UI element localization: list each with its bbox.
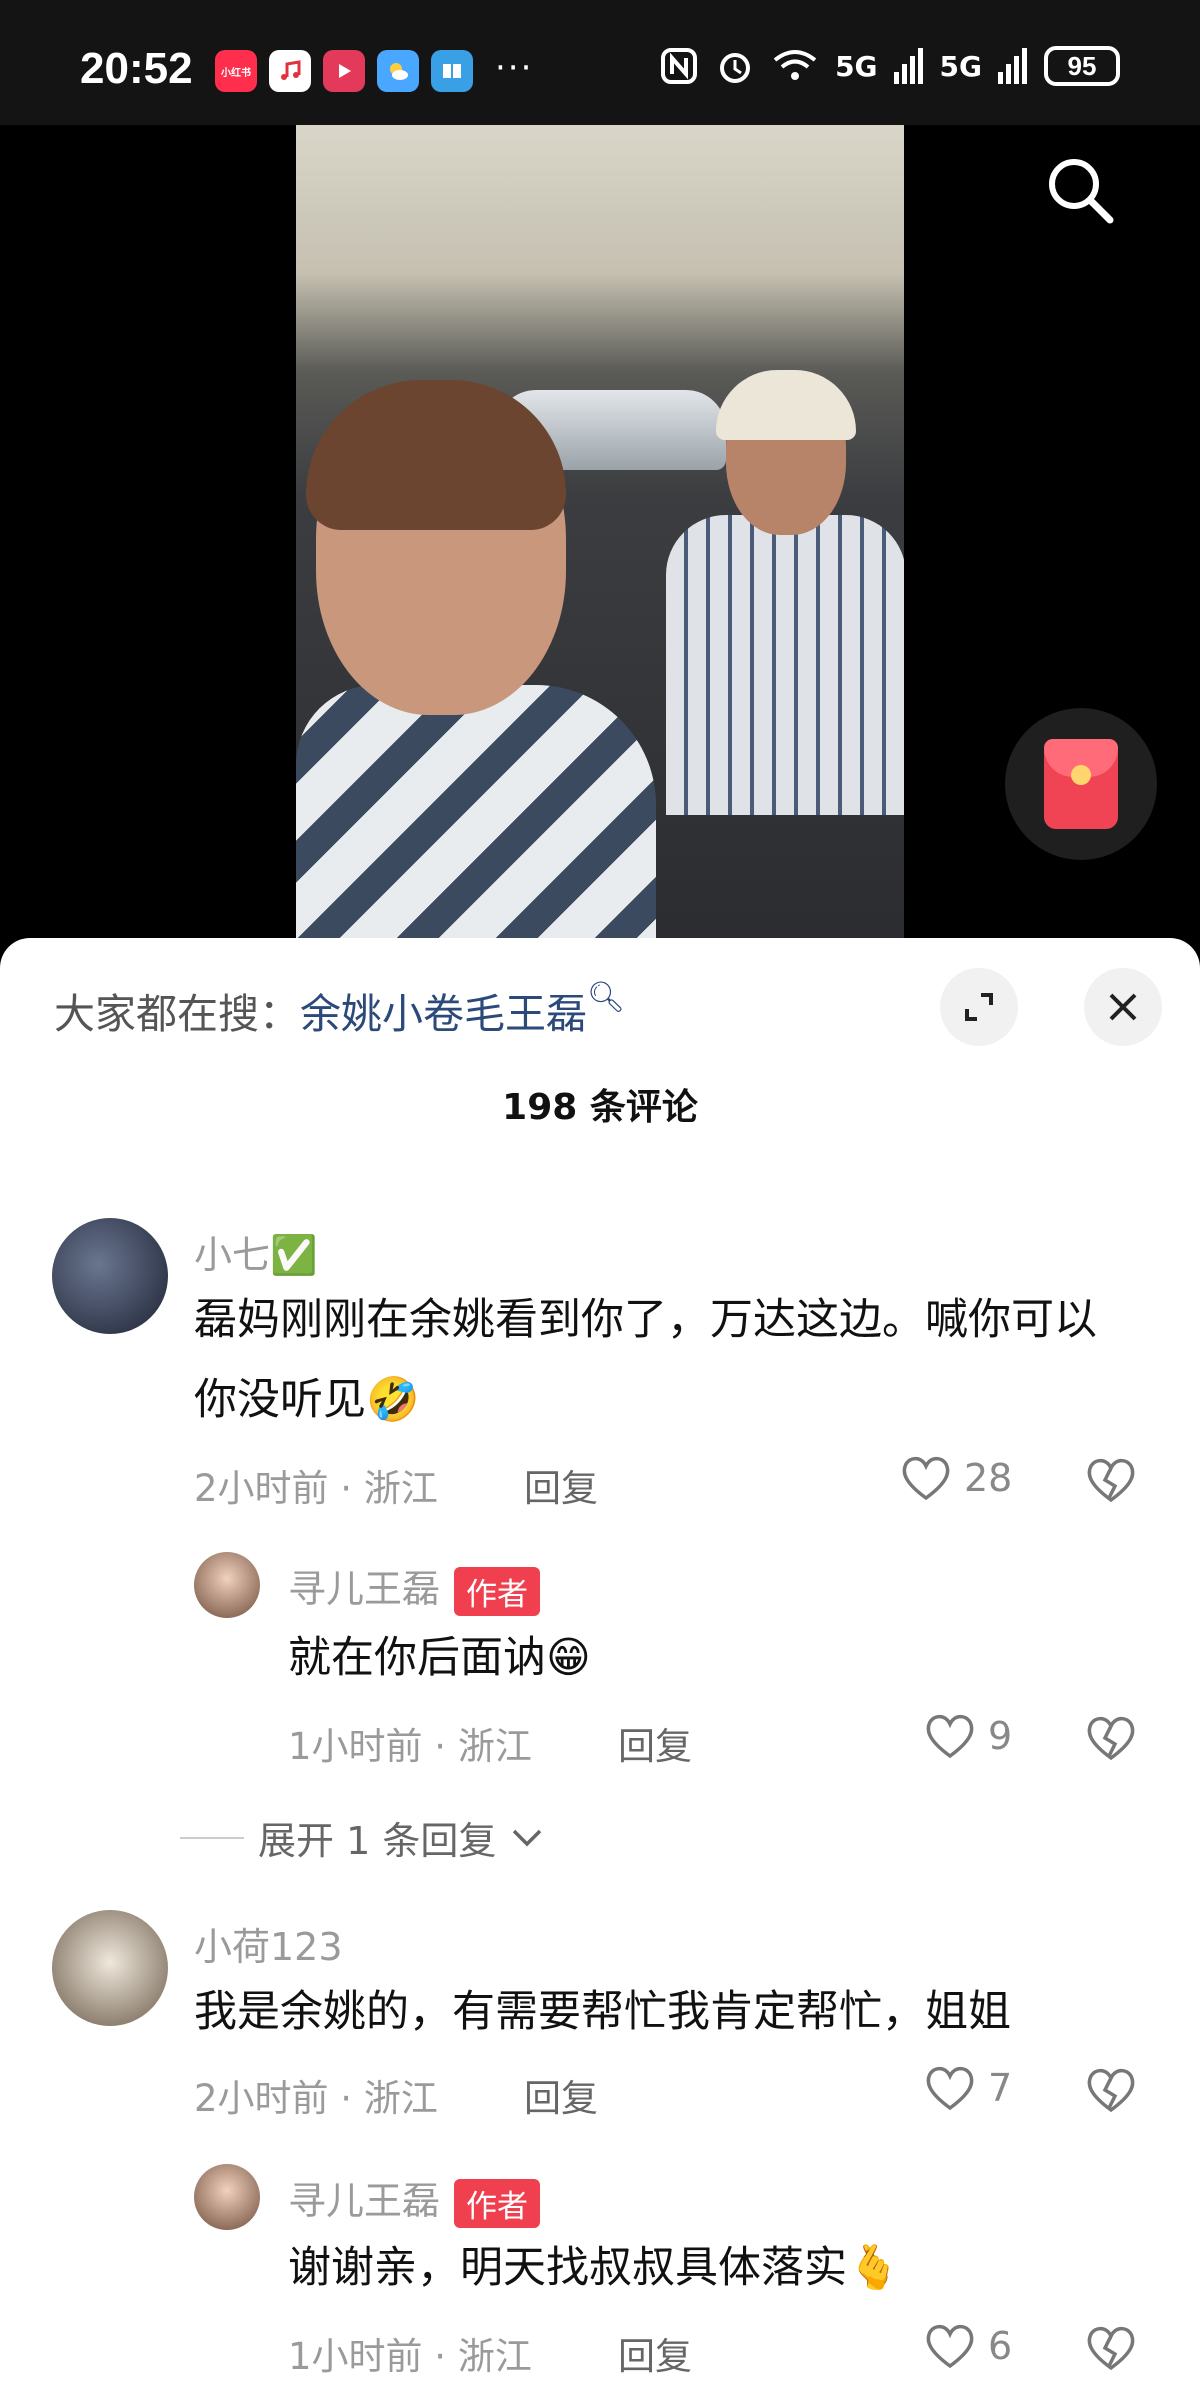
like-count: 7 (988, 2066, 1013, 2110)
dislike-button[interactable] (1085, 1714, 1137, 1766)
comment-meta: 2小时前 · 浙江 (194, 1467, 438, 1510)
red-packet-icon (1044, 739, 1118, 829)
reply-button[interactable]: 回复 (524, 1458, 598, 1512)
like-button[interactable]: 9 (924, 1712, 1012, 1760)
reply-meta: 1小时前 · 浙江 (288, 2335, 532, 2378)
dislike-button[interactable] (1085, 1456, 1137, 1508)
expand-replies-label: 展开 1 条回复 (258, 1819, 497, 1863)
like-button[interactable]: 6 (924, 2322, 1012, 2370)
close-icon (1109, 993, 1137, 1021)
reply-text: 就在你后面讷😁 (288, 1633, 591, 1683)
comment-count: 198 条评论 (502, 1087, 698, 1128)
dislike-button[interactable] (1085, 2066, 1137, 2118)
status-indicators: 5G 5G 95 (659, 46, 1120, 86)
comment-text: 磊妈刚刚在余姚看到你了，万达这边。喊你可以你没听见🤣 (194, 1295, 1097, 1425)
search-small-icon: 🔍︎ (587, 980, 626, 1015)
dislike-button[interactable] (1085, 2324, 1137, 2376)
more-notifications-icon: ··· (495, 48, 534, 88)
reply-avatar[interactable] (194, 2164, 260, 2230)
reply-username-row: 寻儿王磊 作者 (288, 1558, 541, 1616)
comment-username[interactable]: 小荷123 (194, 1916, 343, 1971)
reply-meta: 1小时前 · 浙江 (288, 1725, 532, 1768)
man-cap (716, 370, 856, 440)
like-button[interactable]: 7 (924, 2064, 1012, 2112)
trending-search-term[interactable]: 余姚小卷毛王磊 (300, 990, 587, 1038)
like-count: 6 (988, 2324, 1013, 2368)
like-count: 28 (964, 1456, 1013, 1500)
battery-indicator: 95 (1044, 46, 1120, 86)
reply-button[interactable]: 回复 (618, 1716, 692, 1770)
heart-icon (926, 2324, 974, 2369)
man-figure (666, 515, 904, 815)
nfc-icon (661, 48, 698, 84)
expand-icon (965, 993, 993, 1021)
red-packet-button[interactable] (1005, 708, 1157, 860)
divider-line (180, 1836, 244, 1839)
xiaohongshu-icon: 小红书 (215, 50, 257, 92)
comment-username[interactable]: 小七✅ (194, 1224, 317, 1279)
broken-heart-icon (1087, 2326, 1135, 2371)
reply-button[interactable]: 回复 (524, 2068, 598, 2122)
reply-username[interactable]: 寻儿王磊 (288, 2179, 440, 2223)
trending-search-label: 大家都在搜： (54, 990, 300, 1038)
reply-button[interactable]: 回复 (618, 2326, 692, 2380)
broken-heart-icon (1087, 1458, 1135, 1503)
clock: 20:52 (80, 44, 193, 93)
network-type-2: 5G (939, 49, 982, 83)
avatar[interactable] (52, 1218, 168, 1334)
reply-text: 谢谢亲，明天找叔叔具体落实🫰 (288, 2243, 901, 2293)
comment-panel: 大家都在搜：余姚小卷毛王磊🔍︎ 198 条评论 小七✅ 磊妈刚刚在余姚看到你了，… (0, 938, 1200, 2398)
comment-meta: 2小时前 · 浙江 (194, 2077, 438, 2120)
reply-username[interactable]: 寻儿王磊 (288, 1567, 440, 1611)
expand-replies[interactable]: 展开 1 条回复 (180, 1810, 544, 1865)
search-icon (1049, 159, 1114, 224)
chevron-down-icon (513, 1829, 542, 1846)
author-badge: 作者 (454, 2179, 541, 2228)
like-count: 9 (988, 1714, 1013, 1758)
expand-button[interactable] (940, 968, 1018, 1046)
music-icon (269, 50, 311, 92)
network-type-1: 5G (835, 49, 878, 83)
alarm-icon (720, 53, 751, 83)
signal-icon (893, 48, 923, 84)
reply-username-row: 寻儿王磊 作者 (288, 2170, 541, 2228)
search-button[interactable] (1040, 150, 1120, 230)
comment-text: 我是余姚的，有需要帮忙我肯定帮忙，姐姐 (194, 1987, 1011, 2037)
heart-icon (902, 1456, 950, 1501)
wifi-icon (773, 50, 817, 80)
like-button[interactable]: 28 (900, 1454, 1012, 1502)
notification-app-icons: 小红书 (215, 50, 473, 92)
reply-avatar[interactable] (194, 1552, 260, 1618)
heart-icon (926, 1714, 974, 1759)
woman-figure (296, 685, 656, 950)
weather-icon (377, 50, 419, 92)
broken-heart-icon (1087, 1716, 1135, 1761)
video-frame[interactable] (296, 125, 904, 950)
heart-icon (926, 2066, 974, 2111)
author-badge: 作者 (454, 1567, 541, 1616)
status-bar: 20:52 小红书 ··· 5G 5G 95 (0, 0, 1200, 125)
book-icon (431, 50, 473, 92)
trending-search[interactable]: 大家都在搜：余姚小卷毛王磊🔍︎ (54, 980, 625, 1040)
close-button[interactable] (1084, 968, 1162, 1046)
video-icon (323, 50, 365, 92)
avatar[interactable] (52, 1910, 168, 2026)
signal-icon (998, 48, 1027, 84)
broken-heart-icon (1087, 2068, 1135, 2113)
